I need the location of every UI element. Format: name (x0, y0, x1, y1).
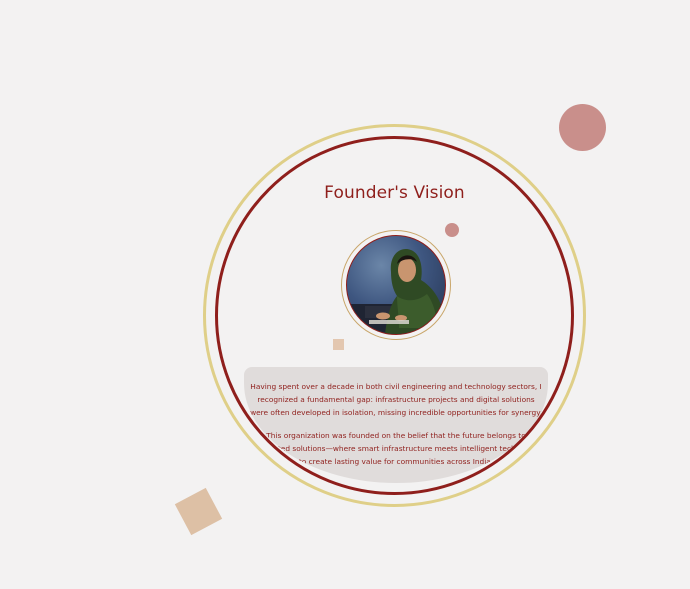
decorative-dot (445, 223, 459, 237)
founder-portrait-illustration (347, 248, 445, 334)
section-title: Founder's Vision (324, 183, 465, 203)
decorative-diamond (174, 487, 223, 536)
vision-paragraph-1: Having spent over a decade in both civil… (250, 382, 542, 417)
founder-portrait (346, 235, 446, 335)
portrait-frame (341, 230, 451, 340)
decorative-circle (559, 104, 606, 151)
decorative-square (333, 339, 344, 350)
vision-card: Founder's Vision Having spent over a dec… (215, 136, 574, 495)
founder-vision-section: Founder's Vision Having spent over a dec… (0, 0, 690, 589)
